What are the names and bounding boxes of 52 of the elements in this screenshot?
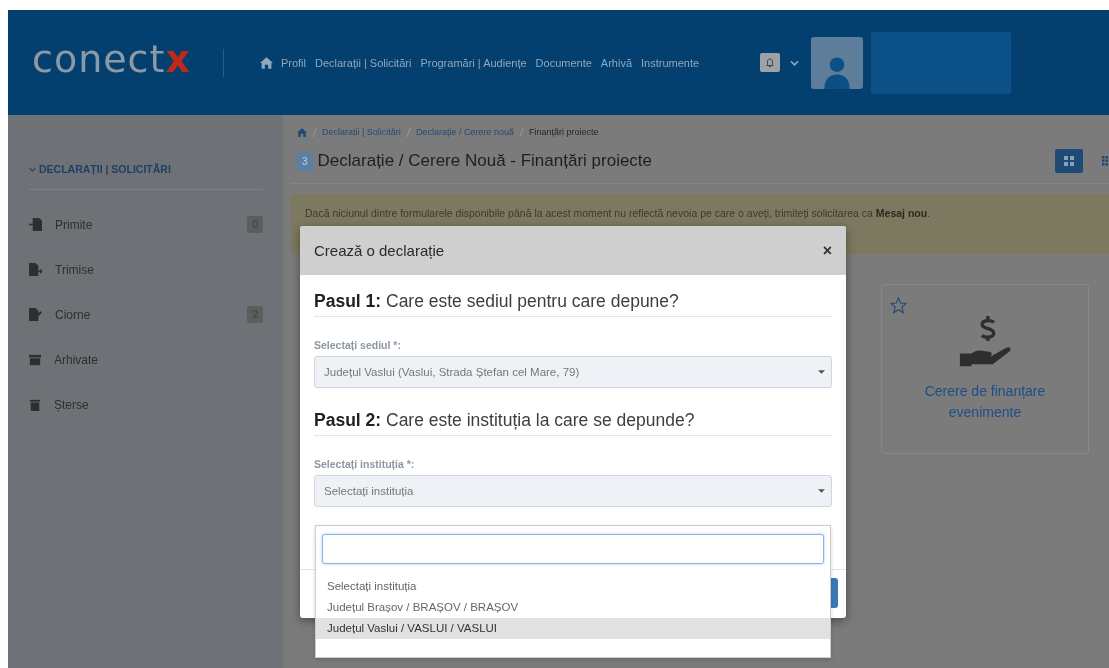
page-title: Declarație / Cerere Nouă - Finanțări proiecte xyxy=(317,151,654,171)
step-heading: Pasul 1: Care este sediul pentru care depune? xyxy=(314,291,832,317)
dropdown-option[interactable]: Județul Vaslui / VASLUI / VASLUI xyxy=(316,618,830,639)
notifications-button[interactable] xyxy=(760,53,781,72)
sidebar-section-header[interactable]: DECLARAȚII | SOLICITĂRI xyxy=(29,155,263,190)
nav-link[interactable]: Documente xyxy=(535,56,592,69)
breadcrumb-link[interactable]: Declarații | Solicitări xyxy=(322,127,401,137)
nav-link[interactable]: Profil xyxy=(280,56,306,69)
home-icon[interactable] xyxy=(259,56,273,69)
card-title: Cerere de finanțare evenimente xyxy=(923,382,1047,422)
field-label: Selectați sediul *: xyxy=(314,339,402,351)
sidebar-item[interactable]: Arhivate xyxy=(29,337,263,382)
search-field[interactable] xyxy=(322,534,824,564)
star-icon[interactable] xyxy=(890,297,907,314)
step-heading: Pasul 2: Care este instituția la care se depunde? xyxy=(314,410,832,436)
send-document-icon xyxy=(29,263,42,276)
field-label: Selectați instituția *: xyxy=(314,458,416,470)
sidebar-item-label: Arhivate xyxy=(54,352,100,367)
select-field[interactable]: Selectați instituția xyxy=(314,475,832,507)
modal-title: Crează o declarație xyxy=(314,242,445,259)
caret-icon xyxy=(818,489,825,493)
select-field[interactable]: Județul Vaslui (Vaslui, Strada Ștefan cel Mare, 79) xyxy=(314,356,832,388)
caret-icon xyxy=(818,370,825,374)
sidebar-item-label: Ciorne xyxy=(55,307,92,322)
nav-link[interactable]: Programări | Audiențe xyxy=(420,56,527,69)
grid-icon xyxy=(1102,156,1109,166)
sidebar-item-label: Trimise xyxy=(55,262,95,277)
chevron-down-icon[interactable] xyxy=(790,59,800,66)
bell-icon xyxy=(765,57,776,68)
sidebar-item[interactable]: Trimise xyxy=(29,247,263,292)
logo[interactable]: conectx xyxy=(32,36,191,81)
dropdown-option[interactable]: Selectați instituția xyxy=(316,576,830,597)
dropdown-option[interactable]: Județul Brașov / BRAȘOV / BRAȘOV xyxy=(316,597,830,618)
nav-link[interactable]: Declarații | Solicitări xyxy=(315,56,412,69)
trash-icon xyxy=(29,398,41,411)
grid-icon xyxy=(1064,156,1074,166)
sidebar-item-label: Șterse xyxy=(54,397,90,412)
step-badge: 3 xyxy=(297,151,313,171)
inbox-document-icon xyxy=(29,218,42,231)
sidebar-section-title: DECLARAȚII | SOLICITĂRI xyxy=(39,163,171,175)
large-grid-view-button[interactable] xyxy=(1055,149,1083,173)
breadcrumb-link[interactable]: Declarație / Cerere nouă xyxy=(415,127,514,137)
archive-icon xyxy=(29,353,41,366)
avatar[interactable] xyxy=(811,36,864,89)
nav-link[interactable]: Instrumente xyxy=(641,56,700,69)
breadcrumb-current: Finanțări proiecte xyxy=(528,127,599,137)
home-icon[interactable] xyxy=(297,127,307,137)
nav-link[interactable]: Arhivă xyxy=(600,56,633,69)
edit-document-icon xyxy=(29,308,42,321)
sidebar-item[interactable]: Șterse xyxy=(29,382,263,427)
sidebar-item-label: Primite xyxy=(55,217,94,232)
close-button[interactable]: × xyxy=(822,241,832,260)
